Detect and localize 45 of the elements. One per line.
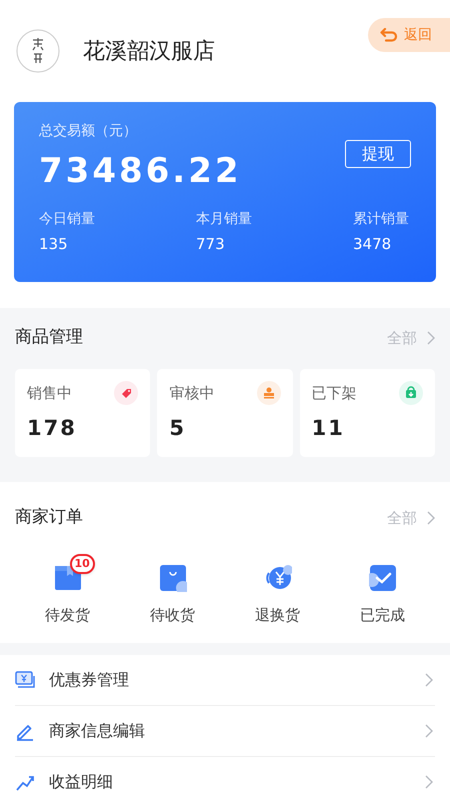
card-label: 审核中 bbox=[169, 382, 214, 404]
chevron-icon bbox=[425, 672, 433, 686]
menu-label: 优惠券管理 bbox=[49, 668, 130, 690]
stat-card[interactable]: 审核中 5 bbox=[157, 369, 293, 457]
menu-item[interactable]: 商家信息编辑 bbox=[15, 706, 435, 756]
price-tag-icon bbox=[114, 381, 138, 405]
total-amount: 73486.22 bbox=[39, 151, 242, 191]
total-label: 总交易额（元） bbox=[39, 122, 138, 141]
chevron-icon bbox=[425, 724, 433, 738]
menu-item[interactable]: 收益明细 bbox=[15, 756, 435, 800]
card-value: 178 bbox=[27, 415, 78, 441]
stat-label: 今日销量 bbox=[39, 210, 96, 229]
stamp-icon bbox=[256, 381, 281, 405]
chevron-icon bbox=[427, 511, 435, 525]
stat-card[interactable]: 已下架 11 bbox=[300, 369, 435, 457]
checkmark-icon bbox=[368, 564, 396, 592]
order-status-button[interactable]: 待收货 bbox=[120, 554, 225, 626]
store-name: 花溪韶汉服店 bbox=[83, 38, 215, 66]
bag-icon bbox=[158, 564, 186, 592]
stat-card[interactable]: 销售中 178 bbox=[15, 369, 150, 457]
chevron-icon bbox=[425, 775, 433, 789]
menu-label: 商家信息编辑 bbox=[49, 720, 146, 742]
section-title: 商品管理 bbox=[15, 326, 83, 350]
card-label: 已下架 bbox=[312, 382, 357, 404]
count-badge: 10 bbox=[70, 554, 95, 574]
card-value: 11 bbox=[312, 415, 346, 441]
yen-coin-icon bbox=[264, 564, 292, 592]
section-title: 商家订单 bbox=[15, 506, 83, 530]
undo-arrow-icon bbox=[380, 28, 398, 42]
card-label: 销售中 bbox=[27, 382, 72, 404]
stat-label: 累计销量 bbox=[353, 210, 410, 229]
order-status-button[interactable]: 已完成 bbox=[330, 554, 435, 626]
order-status-button[interactable]: 待发货 10 bbox=[15, 554, 120, 626]
chevron-icon bbox=[427, 331, 435, 345]
stat-value: 773 bbox=[196, 234, 226, 254]
ticket-icon bbox=[15, 670, 35, 690]
stat-value: 135 bbox=[39, 234, 69, 254]
store-logo-icon bbox=[16, 29, 60, 73]
stat-value: 3478 bbox=[353, 234, 392, 254]
order-status-button[interactable]: 退换货 bbox=[225, 554, 330, 626]
card-value: 5 bbox=[169, 415, 187, 441]
stat-label: 本月销量 bbox=[196, 210, 253, 229]
menu-item[interactable]: 优惠券管理 bbox=[15, 654, 435, 706]
menu-label: 收益明细 bbox=[49, 771, 114, 793]
withdraw-button[interactable]: 提现 bbox=[345, 140, 411, 168]
